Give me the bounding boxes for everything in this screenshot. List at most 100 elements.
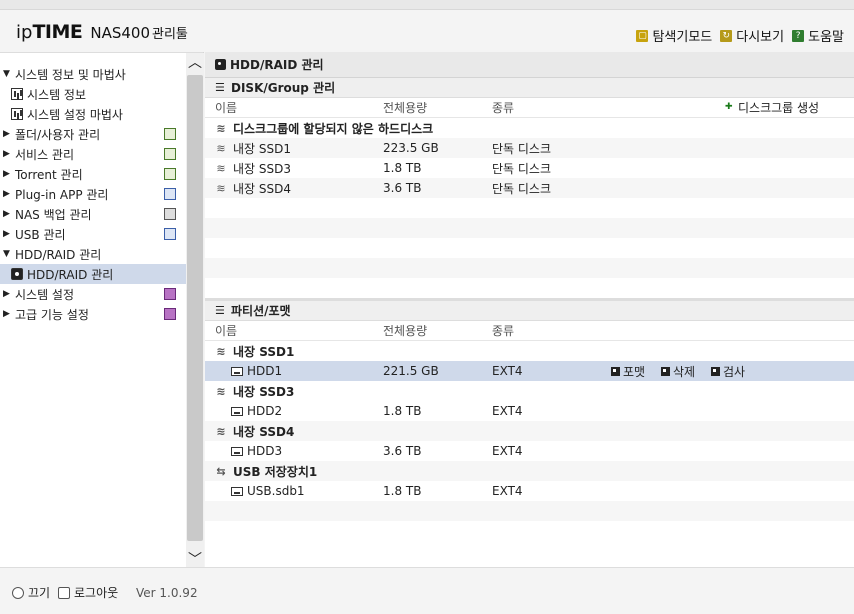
partition-capacity: 1.8 TB xyxy=(383,404,422,418)
sidebar-item-label: 서비스 관리 xyxy=(15,147,75,162)
unassigned-disk-group: ≋ 디스크그룹에 할당되지 않은 하드디스크 xyxy=(205,118,854,138)
sidebar-item-usb[interactable]: ▶ USB 관리 xyxy=(0,224,186,244)
logo-model: NAS400 xyxy=(90,24,150,42)
torrent-icon xyxy=(164,168,176,180)
group-title: 디스크그룹에 할당되지 않은 하드디스크 xyxy=(233,121,434,136)
sidebar-item-label: Plug-in APP 관리 xyxy=(15,187,109,202)
format-button[interactable]: 포맷 xyxy=(611,363,645,380)
check-button[interactable]: 검사 xyxy=(711,363,745,380)
partition-type: EXT4 xyxy=(492,364,523,378)
partition-group: ⇆ USB 저장장치1 xyxy=(205,461,854,481)
chevron-up-icon[interactable]: ︿ xyxy=(186,53,204,71)
sidebar-nav: ▼ 시스템 정보 및 마법사 시스템 정보 시스템 설정 마법사 ▶ 폴더/사용… xyxy=(0,64,186,324)
power-icon xyxy=(12,586,24,599)
empty-row xyxy=(205,198,854,218)
sidebar-item-folder-user[interactable]: ▶ 폴더/사용자 관리 xyxy=(0,124,186,144)
sidebar-item-label: HDD/RAID 관리 xyxy=(27,267,114,282)
chevron-right-icon: ▶ xyxy=(3,169,10,179)
chevron-right-icon: ▶ xyxy=(3,209,10,219)
table-row[interactable]: HDD1 221.5 GB EXT4 포맷 삭제 검사 xyxy=(205,361,854,381)
hdd-icon xyxy=(231,406,243,416)
table-row[interactable]: ≋ 내장 SSD4 3.6 TB 단독 디스크 xyxy=(205,178,854,198)
sidebar-item-torrent[interactable]: ▶ Torrent 관리 xyxy=(0,164,186,184)
page-title: HDD/RAID 관리 xyxy=(205,52,854,78)
delete-button[interactable]: 삭제 xyxy=(661,363,695,380)
partition-name: USB.sdb1 xyxy=(247,484,305,498)
disk-type: 단독 디스크 xyxy=(492,141,552,156)
sidebar-item-label: Torrent 관리 xyxy=(15,167,83,182)
disk-type: 단독 디스크 xyxy=(492,161,552,176)
chevron-right-icon: ▶ xyxy=(3,189,10,199)
col-type: 종류 xyxy=(492,101,515,115)
sidebar-item-system-info[interactable]: 시스템 정보 xyxy=(0,84,186,104)
partition-group: ≋ 내장 SSD4 xyxy=(205,421,854,441)
stack-icon: ≋ xyxy=(216,121,226,135)
col-name: 이름 xyxy=(215,324,238,338)
chevron-right-icon: ▶ xyxy=(3,309,10,319)
sidebar-item-label: 시스템 설정 마법사 xyxy=(27,107,123,122)
sidebar-item-label: 폴더/사용자 관리 xyxy=(15,127,101,142)
disk-group-header: ☰ DISK/Group 관리 xyxy=(205,78,854,98)
refresh-link[interactable]: ↻ 다시보기 xyxy=(720,26,784,45)
table-row[interactable]: USB.sdb1 1.8 TB EXT4 xyxy=(205,481,854,501)
col-type: 종류 xyxy=(492,324,515,338)
scroll-thumb[interactable] xyxy=(187,75,203,541)
sidebar-item-service[interactable]: ▶ 서비스 관리 xyxy=(0,144,186,164)
disk-stack-icon: ≋ xyxy=(216,424,226,438)
sidebar-item-nas-backup[interactable]: ▶ NAS 백업 관리 xyxy=(0,204,186,224)
partition-capacity: 221.5 GB xyxy=(383,364,439,378)
sidebar-item-advanced-settings[interactable]: ▶ 고급 기능 설정 xyxy=(0,304,186,324)
hdd-icon xyxy=(231,486,243,496)
table-row[interactable]: HDD2 1.8 TB EXT4 xyxy=(205,401,854,421)
help-icon: ? xyxy=(792,29,805,42)
disk-stack-icon: ≋ xyxy=(216,161,226,175)
group-name: USB 저장장치1 xyxy=(233,464,318,479)
sidebar-scrollbar[interactable]: ︿ ﹀ xyxy=(186,53,204,568)
help-link[interactable]: ? 도움말 xyxy=(792,26,844,45)
power-off-label: 끄기 xyxy=(28,586,51,600)
sidebar-item-plugin-app[interactable]: ▶ Plug-in APP 관리 xyxy=(0,184,186,204)
service-icon xyxy=(164,148,176,160)
settings-icon xyxy=(164,288,176,300)
partition-capacity: 3.6 TB xyxy=(383,444,422,458)
sidebar-item-setup-wizard[interactable]: 시스템 설정 마법사 xyxy=(0,104,186,124)
sidebar-item-label: HDD/RAID 관리 xyxy=(15,247,102,262)
explorer-mode-link[interactable]: ▢ 탐색기모드 xyxy=(636,26,712,45)
disk-name: 내장 SSD4 xyxy=(233,181,292,196)
sidebar-item-hdd-raid-group[interactable]: ▼ HDD/RAID 관리 xyxy=(0,244,186,264)
chevron-right-icon: ▶ xyxy=(3,229,10,239)
power-off-button[interactable]: 끄기 xyxy=(12,584,50,601)
sidebar-item-label: 시스템 정보 xyxy=(27,87,87,102)
create-disk-group-button[interactable]: ✚ 디스크그룹 생성 xyxy=(725,99,819,116)
disk-name: 내장 SSD3 xyxy=(233,161,292,176)
table-row[interactable]: ≋ 내장 SSD3 1.8 TB 단독 디스크 xyxy=(205,158,854,178)
empty-row xyxy=(205,501,854,521)
logo-ip: ip xyxy=(16,22,33,43)
logout-button[interactable]: 로그아웃 xyxy=(58,584,118,601)
chart-icon xyxy=(11,88,23,100)
disk-group-title: DISK/Group 관리 xyxy=(231,81,336,95)
chevron-right-icon: ▶ xyxy=(3,149,10,159)
top-strip xyxy=(0,0,854,10)
partition-group: ≋ 내장 SSD3 xyxy=(205,381,854,401)
empty-row xyxy=(205,238,854,258)
group-name: 내장 SSD4 xyxy=(233,424,295,439)
sidebar-item-hdd-raid[interactable]: HDD/RAID 관리 xyxy=(0,264,186,284)
table-row[interactable]: HDD3 3.6 TB EXT4 xyxy=(205,441,854,461)
sidebar-item-label: 고급 기능 설정 xyxy=(15,307,89,322)
sidebar-item-system-info-wizard[interactable]: ▼ 시스템 정보 및 마법사 xyxy=(0,64,186,84)
chevron-down-icon[interactable]: ﹀ xyxy=(186,550,204,568)
chevron-right-icon: ▶ xyxy=(3,289,10,299)
stack-icon: ☰ xyxy=(215,80,225,94)
add-icon: ✚ xyxy=(725,102,733,112)
col-capacity: 전체용량 xyxy=(383,324,428,338)
sidebar-item-label: 시스템 설정 xyxy=(15,287,75,302)
disk-icon xyxy=(11,268,23,280)
group-name: 내장 SSD3 xyxy=(233,384,295,399)
table-row[interactable]: ≋ 내장 SSD1 223.5 GB 단독 디스크 xyxy=(205,138,854,158)
disk-icon xyxy=(215,59,226,70)
refresh-icon: ↻ xyxy=(720,29,733,42)
disk-stack-icon: ≋ xyxy=(216,384,226,398)
sidebar-item-system-settings[interactable]: ▶ 시스템 설정 xyxy=(0,284,186,304)
logo-subtitle: 관리툴 xyxy=(152,27,188,42)
